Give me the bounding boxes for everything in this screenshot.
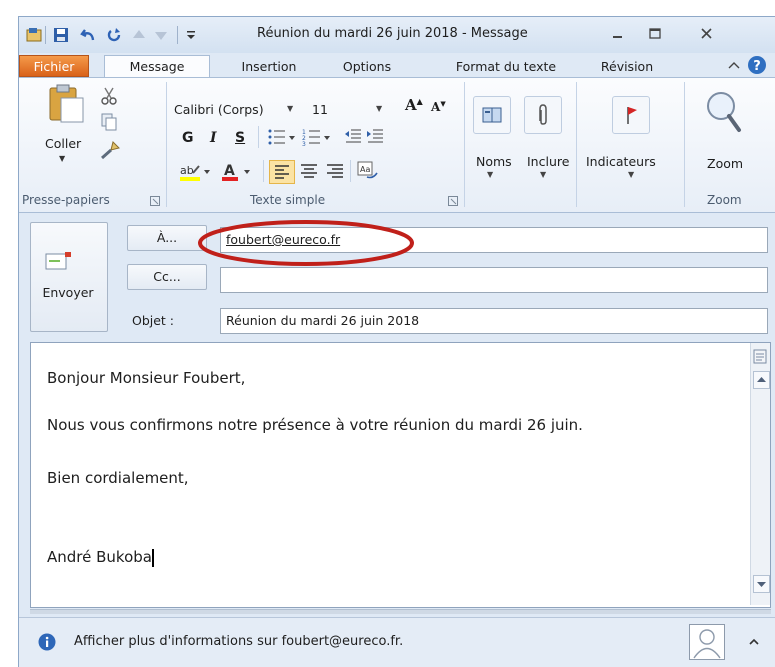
magnifier-icon[interactable]	[703, 90, 743, 134]
undo-icon[interactable]	[80, 27, 96, 43]
paste-icon[interactable]	[46, 84, 86, 124]
outlook-app-icon[interactable]	[26, 27, 42, 43]
align-center-icon[interactable]	[298, 161, 320, 181]
send-envelope-icon	[44, 251, 76, 273]
body-main-text: Nous vous confirmons notre présence à vo…	[47, 416, 583, 434]
window-title: Réunion du mardi 26 juin 2018 - Message	[257, 26, 528, 41]
send-label: Envoyer	[42, 285, 94, 300]
zoom-button[interactable]: Zoom	[707, 156, 743, 171]
flag-icon[interactable]	[612, 96, 650, 134]
format-painter-icon[interactable]	[99, 140, 121, 160]
message-body[interactable]: Bonjour Monsieur Foubert, Nous vous conf…	[30, 342, 771, 608]
font-size-value: 11	[312, 102, 328, 117]
cut-icon[interactable]	[99, 86, 119, 106]
tab-message[interactable]: Message	[104, 55, 210, 78]
clear-formatting-icon[interactable]: Aa	[357, 161, 379, 181]
redo-icon[interactable]	[107, 27, 123, 43]
text-cursor	[151, 548, 154, 567]
names-dropdown-icon[interactable]: ▼	[487, 170, 493, 179]
clipboard-group-label: Presse-papiers	[22, 193, 110, 207]
send-button[interactable]: Envoyer	[30, 222, 108, 332]
pane-splitter[interactable]	[30, 609, 771, 614]
info-text[interactable]: Afficher plus d'informations sur foubert…	[74, 634, 403, 649]
increase-indent-icon[interactable]	[366, 128, 384, 146]
cc-field[interactable]	[220, 267, 768, 293]
outlook-message-window: Réunion du mardi 26 juin 2018 - Message …	[18, 16, 775, 667]
ribbon-tabs: Fichier Message Insertion Options Format…	[19, 53, 775, 78]
help-icon[interactable]: ?	[747, 55, 767, 75]
svg-text:?: ?	[753, 59, 761, 74]
expand-info-bar-icon[interactable]	[747, 635, 761, 649]
attach-icon[interactable]	[524, 96, 562, 134]
info-icon	[38, 633, 56, 651]
flags-button[interactable]: Indicateurs	[586, 154, 656, 169]
next-item-icon[interactable]	[153, 27, 169, 43]
ribbon: Coller ▼ Presse-papiers Calibri (Corps) …	[19, 77, 775, 213]
tab-file[interactable]: Fichier	[19, 55, 89, 77]
subject-field[interactable]: Réunion du mardi 26 juin 2018	[220, 308, 768, 334]
bold-button[interactable]: G	[182, 130, 194, 146]
title-bar: Réunion du mardi 26 juin 2018 - Message	[19, 17, 775, 53]
maximize-button[interactable]	[643, 25, 667, 43]
include-dropdown-icon[interactable]: ▼	[540, 170, 546, 179]
close-button[interactable]	[695, 25, 719, 43]
align-left-icon[interactable]	[269, 160, 295, 184]
svg-text:A: A	[224, 163, 235, 179]
subject-value: Réunion du mardi 26 juin 2018	[226, 313, 420, 328]
annotation-ellipse	[198, 220, 414, 266]
basic-text-group-label: Texte simple	[250, 193, 326, 207]
tab-revision[interactable]: Révision	[590, 56, 664, 77]
paste-dropdown-icon[interactable]: ▼	[59, 154, 65, 163]
basic-text-launcher-icon[interactable]	[448, 195, 458, 206]
flags-dropdown-icon[interactable]: ▼	[628, 170, 634, 179]
minimize-button[interactable]	[605, 25, 629, 43]
tab-insertion[interactable]: Insertion	[221, 56, 317, 77]
names-button[interactable]: Noms	[476, 154, 512, 169]
clipboard-launcher-icon[interactable]	[150, 195, 160, 206]
view-ruler-icon[interactable]	[753, 349, 767, 365]
font-name-dropdown-icon: ▼	[287, 104, 294, 113]
font-size-dropdown-icon: ▼	[376, 104, 383, 113]
contact-avatar-icon[interactable]	[689, 624, 725, 660]
svg-text:3: 3	[302, 141, 306, 146]
scroll-down-arrow[interactable]	[753, 575, 770, 593]
customize-toolbar-icon[interactable]	[183, 27, 199, 43]
save-icon[interactable]	[53, 27, 69, 43]
body-closing: Bien cordialement,	[47, 469, 189, 487]
include-button[interactable]: Inclure	[527, 154, 569, 169]
align-right-icon[interactable]	[324, 161, 346, 181]
to-button[interactable]: À...	[127, 225, 207, 251]
underline-button[interactable]: S	[235, 130, 245, 146]
collapse-ribbon-icon[interactable]	[725, 57, 743, 75]
tab-options[interactable]: Options	[326, 56, 408, 77]
font-name-value: Calibri (Corps)	[174, 102, 264, 117]
grow-font-icon[interactable]: A▲	[405, 96, 423, 114]
body-scrollbar[interactable]	[750, 343, 770, 605]
zoom-group-label: Zoom	[707, 193, 742, 207]
tab-format-text[interactable]: Format du texte	[451, 56, 561, 77]
decrease-indent-icon[interactable]	[344, 128, 362, 146]
font-color-icon[interactable]: A	[221, 162, 255, 182]
subject-label: Objet :	[132, 313, 175, 328]
body-signature: André Bukoba	[47, 548, 154, 567]
scroll-up-arrow[interactable]	[753, 371, 770, 389]
copy-icon[interactable]	[99, 112, 119, 132]
font-name-dropdown[interactable]: Calibri (Corps) ▼	[174, 101, 304, 119]
paste-button[interactable]: Coller	[45, 136, 81, 151]
shrink-font-icon[interactable]: A▼	[431, 99, 446, 114]
svg-text:Aa: Aa	[360, 165, 370, 174]
font-size-dropdown[interactable]: 11 ▼	[310, 101, 400, 119]
italic-button[interactable]: I	[210, 130, 217, 146]
address-book-icon[interactable]	[473, 96, 511, 134]
people-info-bar: Afficher plus d'informations sur foubert…	[19, 617, 775, 667]
previous-item-icon[interactable]	[131, 27, 147, 43]
body-greeting: Bonjour Monsieur Foubert,	[47, 369, 246, 387]
numbering-icon[interactable]: 123	[302, 128, 332, 148]
svg-text:ab: ab	[180, 164, 194, 177]
cc-button[interactable]: Cc...	[127, 264, 207, 290]
highlight-color-icon[interactable]: ab	[179, 162, 213, 182]
bullets-icon[interactable]	[267, 128, 297, 146]
